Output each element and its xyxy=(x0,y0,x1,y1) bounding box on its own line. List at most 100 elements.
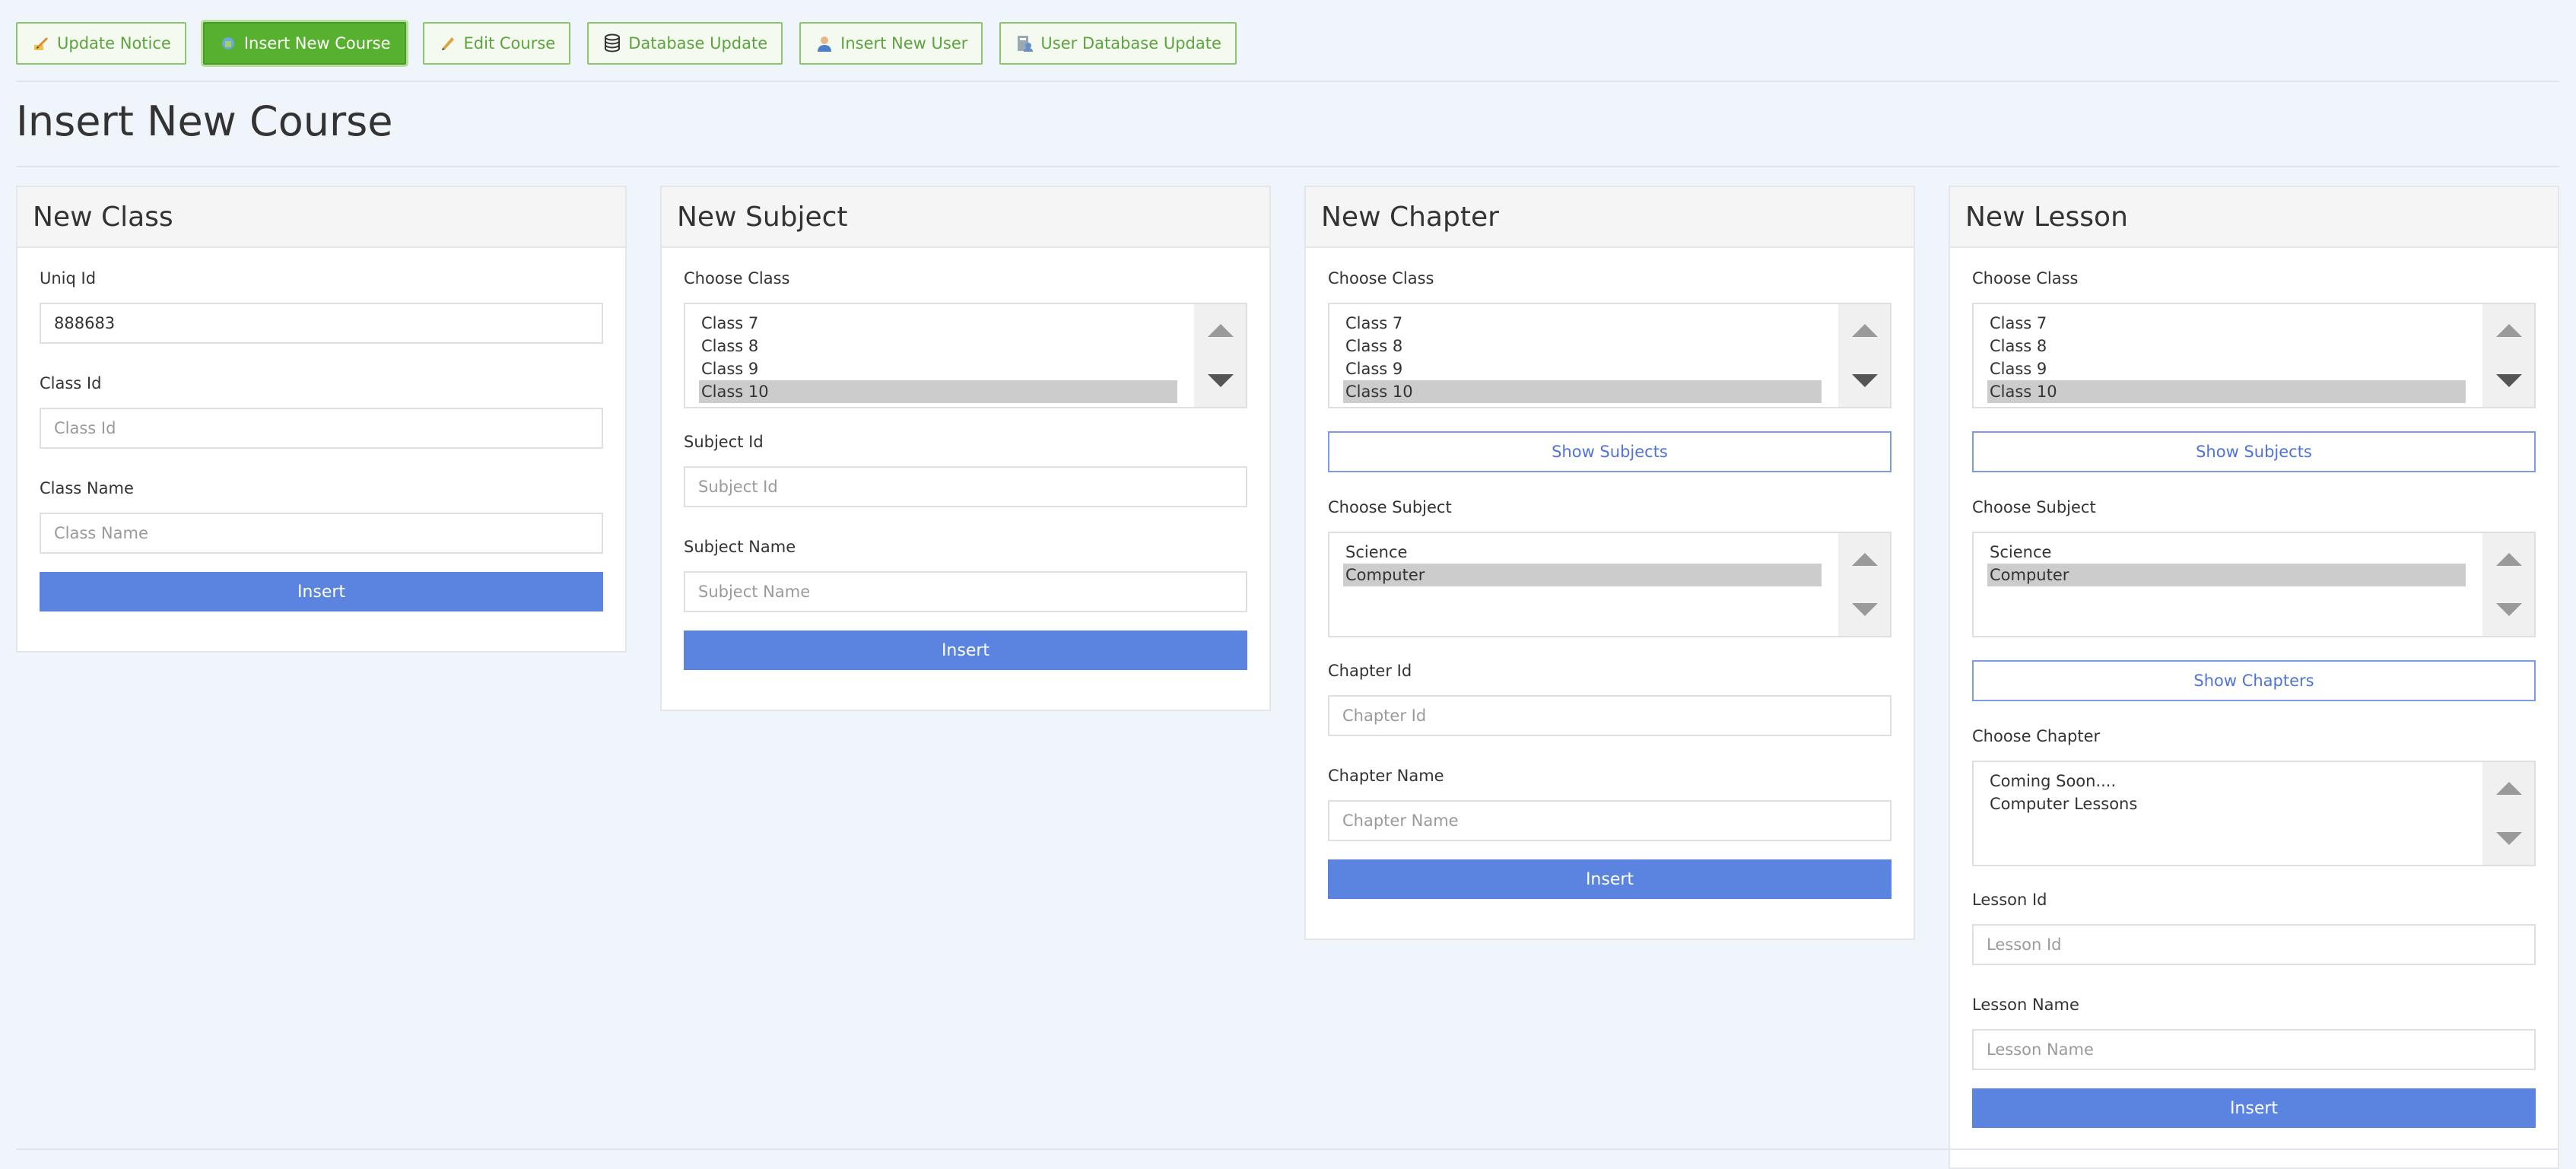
scroll-up-icon[interactable] xyxy=(2496,553,2522,566)
class-name-label: Class Name xyxy=(40,479,134,497)
chapter-listbox[interactable]: Coming Soon.... Computer Lessons xyxy=(1972,761,2536,866)
user-icon xyxy=(815,33,834,53)
list-option-selected[interactable]: Computer xyxy=(1343,564,1822,586)
list-option[interactable]: Computer Lessons xyxy=(1987,793,2466,815)
choose-class-label: Choose Class xyxy=(1328,269,1434,287)
list-option[interactable]: Coming Soon.... xyxy=(1987,770,2466,793)
scrollbar[interactable] xyxy=(2482,533,2534,636)
user-database-update-button[interactable]: User Database Update xyxy=(999,22,1237,65)
list-option[interactable]: Class 8 xyxy=(1343,335,1822,357)
lesson-name-label: Lesson Name xyxy=(1972,996,2079,1014)
scrollbar[interactable] xyxy=(1194,304,1246,407)
choose-subject-label: Choose Subject xyxy=(1972,498,2096,516)
insert-chapter-button[interactable]: Insert xyxy=(1328,859,1892,899)
edit-course-button[interactable]: Edit Course xyxy=(422,22,571,65)
class-name-input[interactable]: Class Name xyxy=(40,513,603,554)
panel-title: New Class xyxy=(17,187,625,248)
lesson-id-input[interactable]: Lesson Id xyxy=(1972,924,2536,965)
uniq-id-label: Uniq Id xyxy=(40,269,97,287)
nav-label: Update Notice xyxy=(57,34,171,52)
insert-subject-button[interactable]: Insert xyxy=(684,631,1247,670)
list-option[interactable]: Science xyxy=(1343,541,1822,564)
class-id-input[interactable]: Class Id xyxy=(40,408,603,449)
divider xyxy=(16,1148,2559,1150)
subject-listbox[interactable]: Science Computer xyxy=(1328,532,1892,637)
nav-label: User Database Update xyxy=(1040,34,1221,52)
database-update-button[interactable]: Database Update xyxy=(587,22,783,65)
list-option-selected[interactable]: Class 10 xyxy=(1343,380,1822,403)
subject-id-label: Subject Id xyxy=(684,433,764,451)
insert-new-course-button[interactable]: Insert New Course xyxy=(202,22,406,65)
insert-new-user-button[interactable]: Insert New User xyxy=(799,22,983,65)
list-option-selected[interactable]: Class 10 xyxy=(699,380,1177,403)
new-chapter-panel: New Chapter Choose Class Class 7 Class 8… xyxy=(1304,186,1915,940)
list-option[interactable]: Class 7 xyxy=(699,312,1177,335)
scrollbar[interactable] xyxy=(2482,304,2534,407)
scroll-up-icon[interactable] xyxy=(2496,782,2522,795)
divider xyxy=(16,166,2559,167)
class-listbox[interactable]: Class 7 Class 8 Class 9 Class 10 xyxy=(684,303,1247,408)
list-option[interactable]: Science xyxy=(1987,541,2466,564)
list-option[interactable]: Class 7 xyxy=(1987,312,2466,335)
class-listbox[interactable]: Class 7 Class 8 Class 9 Class 10 xyxy=(1328,303,1892,408)
list-option[interactable]: Class 9 xyxy=(699,357,1177,380)
course-icon xyxy=(218,33,238,53)
choose-class-label: Choose Class xyxy=(1972,269,2079,287)
update-notice-button[interactable]: Update Notice xyxy=(16,22,186,65)
list-option[interactable]: Class 8 xyxy=(1987,335,2466,357)
lesson-id-label: Lesson Id xyxy=(1972,891,2047,909)
show-subjects-button[interactable]: Show Subjects xyxy=(1328,431,1892,472)
subject-name-label: Subject Name xyxy=(684,538,796,556)
nav-label: Insert New Course xyxy=(243,34,391,52)
list-option-selected[interactable]: Computer xyxy=(1987,564,2466,586)
choose-chapter-label: Choose Chapter xyxy=(1972,727,2101,745)
choose-class-label: Choose Class xyxy=(684,269,790,287)
scroll-down-icon[interactable] xyxy=(1852,374,1878,387)
list-option[interactable]: Class 7 xyxy=(1343,312,1822,335)
scroll-up-icon[interactable] xyxy=(2496,324,2522,337)
scrollbar[interactable] xyxy=(1838,304,1890,407)
list-option[interactable]: Class 8 xyxy=(699,335,1177,357)
nav-label: Insert New User xyxy=(840,34,968,52)
page-title: Insert New Course xyxy=(16,97,393,145)
scroll-down-icon[interactable] xyxy=(2496,603,2522,616)
scroll-up-icon[interactable] xyxy=(1208,324,1234,337)
chapter-name-input[interactable]: Chapter Name xyxy=(1328,800,1892,841)
list-option-selected[interactable]: Class 10 xyxy=(1987,380,2466,403)
nav-label: Database Update xyxy=(628,34,768,52)
new-subject-panel: New Subject Choose Class Class 7 Class 8… xyxy=(660,186,1271,711)
show-subjects-button[interactable]: Show Subjects xyxy=(1972,431,2536,472)
scroll-up-icon[interactable] xyxy=(1852,553,1878,566)
scrollbar[interactable] xyxy=(2482,762,2534,865)
top-nav: Update Notice Insert New Course Edit Cou… xyxy=(16,22,1237,65)
database-icon xyxy=(602,33,622,53)
subject-name-input[interactable]: Subject Name xyxy=(684,571,1247,612)
divider xyxy=(16,81,2559,82)
nav-label: Edit Course xyxy=(463,34,556,52)
scroll-down-icon[interactable] xyxy=(1852,603,1878,616)
subject-id-input[interactable]: Subject Id xyxy=(684,466,1247,507)
chapter-id-label: Chapter Id xyxy=(1328,662,1412,680)
list-option[interactable]: Class 9 xyxy=(1343,357,1822,380)
panel-title: New Lesson xyxy=(1950,187,2558,248)
scroll-up-icon[interactable] xyxy=(1852,324,1878,337)
pencil-note-icon xyxy=(31,33,51,53)
insert-lesson-button[interactable]: Insert xyxy=(1972,1088,2536,1128)
scroll-down-icon[interactable] xyxy=(2496,832,2522,845)
user-database-icon xyxy=(1015,33,1034,53)
show-chapters-button[interactable]: Show Chapters xyxy=(1972,660,2536,701)
list-option[interactable]: Class 9 xyxy=(1987,357,2466,380)
chapter-id-input[interactable]: Chapter Id xyxy=(1328,695,1892,736)
scrollbar[interactable] xyxy=(1838,533,1890,636)
class-listbox[interactable]: Class 7 Class 8 Class 9 Class 10 xyxy=(1972,303,2536,408)
uniq-id-input[interactable]: 888683 xyxy=(40,303,603,344)
chapter-name-label: Chapter Name xyxy=(1328,767,1444,785)
scroll-down-icon[interactable] xyxy=(2496,374,2522,387)
panel-title: New Subject xyxy=(662,187,1269,248)
insert-class-button[interactable]: Insert xyxy=(40,572,603,612)
lesson-name-input[interactable]: Lesson Name xyxy=(1972,1029,2536,1070)
class-id-label: Class Id xyxy=(40,374,102,392)
panel-title: New Chapter xyxy=(1306,187,1914,248)
scroll-down-icon[interactable] xyxy=(1208,374,1234,387)
subject-listbox[interactable]: Science Computer xyxy=(1972,532,2536,637)
